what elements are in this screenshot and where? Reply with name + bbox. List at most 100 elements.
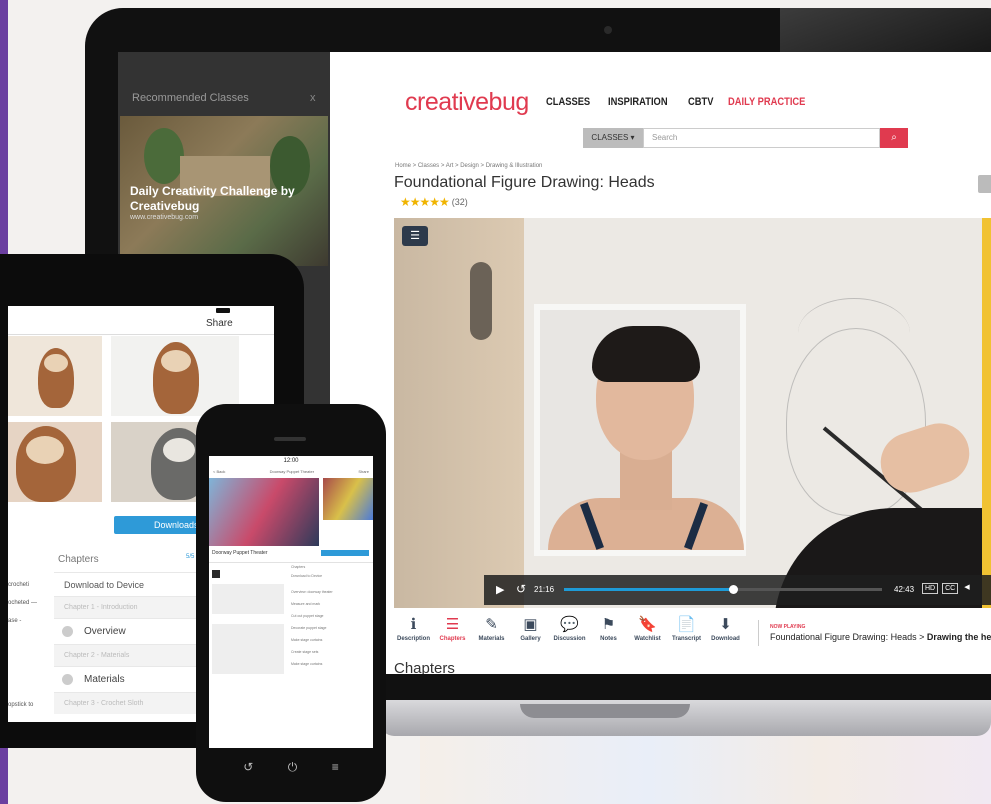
now-playing-label: NOW PLAYING	[770, 624, 806, 630]
phone-chapter-item[interactable]: Cut out puppet stage	[291, 614, 371, 618]
now-playing-title: Foundational Figure Drawing: Heads > Dra…	[770, 632, 991, 642]
divider	[209, 562, 373, 563]
phone-chapter-item[interactable]: Measure and mark	[291, 602, 371, 606]
play-icon[interactable]: ▶	[496, 583, 504, 596]
player-controls: ▶ ↺ 21:16 42:43 HD CC ◀	[484, 575, 991, 605]
recommended-close-button[interactable]: x	[310, 92, 316, 104]
tool-watchlist[interactable]: 🔖 Watchlist	[628, 614, 667, 642]
tool-label: Gallery	[520, 636, 541, 642]
transcript-icon: 📄	[677, 616, 696, 633]
phone-chapter-item[interactable]: Overview: doorway theater	[291, 590, 371, 594]
tool-notes[interactable]: ⚑ Notes	[589, 614, 628, 642]
drawing-board	[394, 218, 524, 608]
search-button[interactable]: ⌕	[880, 128, 908, 148]
phone-chapter-item[interactable]: Create stage sets	[291, 650, 371, 654]
description-snippet: ocheted —	[8, 600, 38, 606]
phone-nav-title: Doorway Puppet Theater	[269, 469, 315, 474]
volume-icon[interactable]: ◀	[962, 583, 971, 594]
current-time: 21:16	[534, 585, 555, 594]
play-icon	[62, 674, 73, 685]
tool-download[interactable]: ⬇ Download	[706, 614, 745, 642]
replay-icon[interactable]: ↺	[516, 582, 526, 596]
materials-list	[212, 624, 284, 674]
class-toolbar: ℹ Description ☰ Chapters ✎ Materials ▣ Galle…	[394, 614, 745, 642]
class-hero-image[interactable]	[209, 478, 319, 546]
gallery-image[interactable]	[8, 336, 102, 416]
phone-chapter-item[interactable]: Make stage curtains	[291, 638, 371, 642]
video-player[interactable]: ☰ ▶ ↺ 21:16 42:43 HD CC ◀	[394, 218, 991, 608]
player-options: HD CC ◀	[922, 583, 972, 594]
plant-decor	[144, 128, 184, 184]
battery-icon	[216, 308, 230, 313]
progress-knob[interactable]	[728, 585, 738, 594]
main-nav: CLASSES INSPIRATION CBTV DAILY PRACTICE	[546, 96, 819, 108]
info-icon: ℹ	[410, 616, 417, 633]
save-class-button[interactable]	[978, 175, 991, 193]
tool-label: Materials	[478, 636, 505, 642]
download-to-device[interactable]: Download to Device	[291, 574, 371, 578]
tool-label: Notes	[600, 636, 617, 642]
breadcrumb[interactable]: Home > Classes > Art > Design > Drawing …	[395, 163, 542, 169]
download-button[interactable]	[321, 550, 369, 556]
chapters-heading: Chapters	[394, 660, 455, 674]
search-category-select[interactable]: CLASSES ▾	[583, 128, 643, 148]
yellow-edge	[982, 218, 991, 608]
phone-speaker	[274, 437, 306, 441]
discussion-icon: 💬	[560, 616, 579, 633]
back-icon[interactable]: ↺	[243, 760, 253, 775]
recommended-heading: Recommended Classes	[132, 92, 249, 104]
phone-time: 12:00	[283, 458, 299, 464]
cc-button[interactable]: CC	[942, 583, 959, 594]
progress-fill	[564, 588, 733, 591]
menu-icon[interactable]: ≡	[332, 760, 339, 775]
creativebug-logo[interactable]: creativebug	[405, 88, 529, 117]
share-button[interactable]: Share	[358, 469, 369, 474]
home-icon[interactable]: ⏻	[288, 760, 298, 775]
search-bar: CLASSES ▾ Search ⌕	[583, 128, 908, 148]
tool-description[interactable]: ℹ Description	[394, 614, 433, 642]
now-playing-class: Foundational Figure Drawing: Heads	[770, 632, 917, 642]
phone-chapter-item[interactable]: Make stage curtains	[291, 662, 371, 666]
hd-button[interactable]: HD	[922, 583, 939, 594]
phone-class-title: Doorway Puppet Theater	[212, 550, 268, 556]
description-snippet: crocheti	[8, 582, 30, 588]
tool-transcript[interactable]: 📄 Transcript	[667, 614, 706, 642]
total-time: 42:43	[894, 585, 915, 594]
rating: ★★★★★ (32)	[400, 195, 468, 209]
tool-label: Transcript	[671, 636, 701, 642]
chapter-list-button[interactable]: ☰	[402, 226, 428, 246]
nav-daily-practice[interactable]: DAILY PRACTICE	[728, 96, 805, 108]
nav-cbtv[interactable]: CBTV	[688, 96, 713, 108]
chapter-item-label: Materials	[84, 674, 125, 685]
materials-icon: ✎	[485, 616, 498, 633]
tool-label: Chapters	[439, 636, 466, 642]
search-input[interactable]: Search	[643, 128, 880, 148]
divider	[8, 334, 274, 335]
phone-chapter-item[interactable]: Decorate puppet stage	[291, 626, 371, 630]
laptop-camera	[604, 26, 612, 34]
nav-inspiration[interactable]: INSPIRATION	[608, 96, 668, 108]
tool-label: Watchlist	[634, 636, 661, 642]
progress-bar[interactable]	[564, 585, 882, 594]
tool-gallery[interactable]: ▣ Gallery	[511, 614, 550, 642]
tool-chapters[interactable]: ☰ Chapters	[433, 614, 472, 642]
chapters-label: Chapters	[291, 565, 306, 569]
phone-nav: < Back Doorway Puppet Theater Share	[213, 469, 369, 474]
rating-count[interactable]: (32)	[452, 197, 468, 207]
tool-discussion[interactable]: 💬 Discussion	[550, 614, 589, 642]
notes-icon: ⚑	[601, 616, 616, 633]
laptop-notch	[520, 704, 690, 718]
back-button[interactable]: < Back	[213, 469, 225, 474]
phone-nav-buttons: ↺ ⏻ ≡	[196, 760, 386, 775]
tool-label: Download	[711, 636, 740, 642]
recommended-card-title[interactable]: Daily Creativity Challenge by Creativebu…	[130, 184, 310, 214]
tool-materials[interactable]: ✎ Materials	[472, 614, 511, 642]
phone-screen: 12:00 < Back Doorway Puppet Theater Shar…	[209, 456, 373, 748]
share-button[interactable]: Share	[206, 318, 233, 329]
recommended-card-url: www.creativebug.com	[130, 214, 199, 221]
nav-classes[interactable]: CLASSES	[546, 96, 590, 108]
gallery-image[interactable]	[8, 422, 102, 502]
board-handle	[470, 262, 492, 340]
class-thumb[interactable]	[323, 478, 373, 520]
reference-photo	[534, 304, 746, 556]
